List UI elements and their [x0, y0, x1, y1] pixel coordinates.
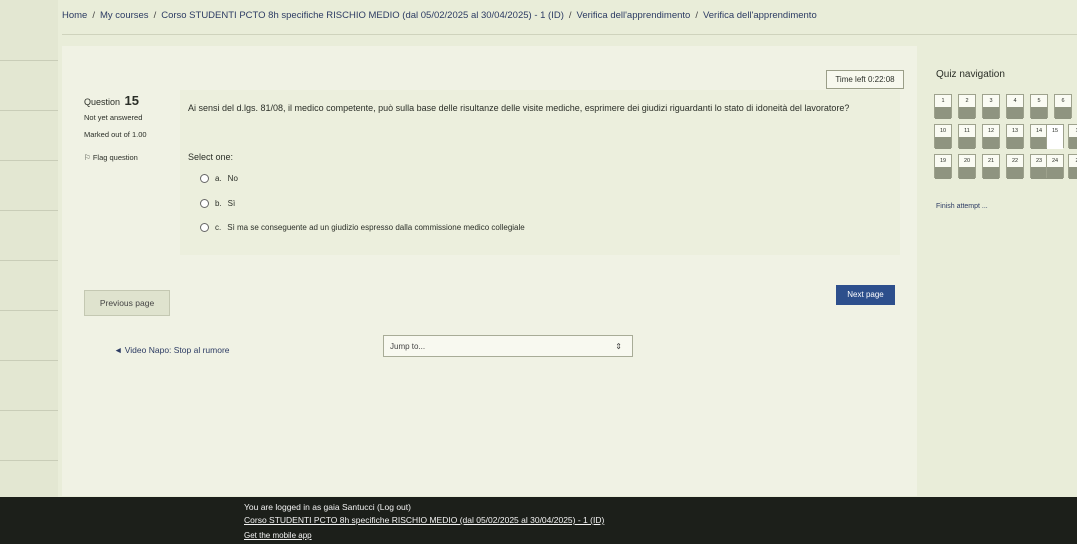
drawer-divider: [0, 360, 58, 361]
drawer-divider: [0, 110, 58, 111]
answer-option-b[interactable]: b. Sì: [200, 199, 235, 208]
answer-option-a[interactable]: a. No: [200, 174, 238, 183]
quiz-nav-button[interactable]: 3: [982, 94, 1000, 119]
quiz-nav-button[interactable]: 1: [934, 94, 952, 119]
question-info: Question 15 Not yet answered Marked out …: [84, 93, 180, 253]
drawer-divider: [0, 460, 58, 461]
quiz-nav-button[interactable]: 20: [958, 154, 976, 179]
breadcrumb-my-courses[interactable]: My courses: [100, 10, 149, 21]
drawer-divider: [0, 260, 58, 261]
quiz-nav-button[interactable]: 13: [1006, 124, 1024, 149]
breadcrumb-section[interactable]: Verifica dell'apprendimento: [577, 10, 691, 21]
answer-option-c[interactable]: c. Sì ma se conseguente ad un giudizio e…: [200, 223, 525, 232]
mobile-app-link[interactable]: Get the mobile app: [244, 531, 312, 540]
previous-activity-link[interactable]: ◄ Video Napo: Stop al rumore: [114, 345, 230, 355]
logged-in-info[interactable]: You are logged in as gaia Santucci (Log …: [244, 502, 411, 512]
footer-course-link[interactable]: Corso STUDENTI PCTO 8h specifiche RISCHI…: [244, 515, 604, 525]
quiz-nav-button[interactable]: 12: [982, 124, 1000, 149]
quiz-nav-button[interactable]: 5: [1030, 94, 1048, 119]
finish-attempt-link[interactable]: Finish attempt ...: [936, 203, 988, 210]
breadcrumb-quiz[interactable]: Verifica dell'apprendimento: [703, 10, 817, 21]
breadcrumb: Home / My courses / Corso STUDENTI PCTO 8h s…: [62, 10, 817, 21]
header-divider: [62, 34, 1077, 35]
quiz-nav-button[interactable]: 1: [1068, 124, 1077, 149]
select-arrows-icon: ⇕: [615, 342, 622, 351]
question-text: Ai sensi del d.lgs. 81/08, il medico com…: [188, 103, 850, 113]
quiz-nav-button[interactable]: 2: [1068, 154, 1077, 179]
drawer-divider: [0, 60, 58, 61]
quiz-nav-button[interactable]: 10: [934, 124, 952, 149]
question-content: Ai sensi del d.lgs. 81/08, il medico com…: [180, 90, 900, 255]
flag-icon: ⚐: [84, 153, 91, 162]
left-drawer: [0, 0, 58, 544]
quiz-nav-button[interactable]: 2: [958, 94, 976, 119]
previous-page-button[interactable]: Previous page: [84, 290, 170, 316]
radio-button[interactable]: [200, 199, 209, 208]
quiz-nav-button[interactable]: 19: [934, 154, 952, 179]
page-footer: You are logged in as gaia Santucci (Log …: [0, 497, 1077, 544]
question-grade: Marked out of 1.00: [84, 130, 147, 139]
quiz-nav-button[interactable]: 24: [1046, 154, 1064, 179]
radio-button[interactable]: [200, 223, 209, 232]
next-page-button[interactable]: Next page: [836, 285, 895, 305]
radio-button[interactable]: [200, 174, 209, 183]
flag-question-link[interactable]: ⚐ Flag question: [84, 153, 180, 162]
quiz-nav-button[interactable]: 11: [958, 124, 976, 149]
jump-to-select[interactable]: Jump to... ⇕: [383, 335, 633, 357]
quiz-nav-button[interactable]: 4: [1006, 94, 1024, 119]
breadcrumb-course[interactable]: Corso STUDENTI PCTO 8h specifiche RISCHI…: [161, 10, 564, 21]
time-left-box: Time left 0:22:08: [826, 70, 904, 89]
quiz-nav-button[interactable]: 6: [1054, 94, 1072, 119]
select-one-label: Select one:: [188, 152, 234, 162]
quiz-nav-button[interactable]: 21: [982, 154, 1000, 179]
quiz-navigation-title: Quiz navigation: [936, 69, 1005, 80]
drawer-divider: [0, 310, 58, 311]
drawer-divider: [0, 160, 58, 161]
drawer-divider: [0, 410, 58, 411]
drawer-divider: [0, 210, 58, 211]
breadcrumb-home[interactable]: Home: [62, 10, 87, 21]
question-number: Question 15: [84, 93, 140, 108]
quiz-nav-button[interactable]: 22: [1006, 154, 1024, 179]
question-status: Not yet answered: [84, 113, 143, 122]
quiz-nav-button-current[interactable]: 15: [1046, 124, 1064, 149]
